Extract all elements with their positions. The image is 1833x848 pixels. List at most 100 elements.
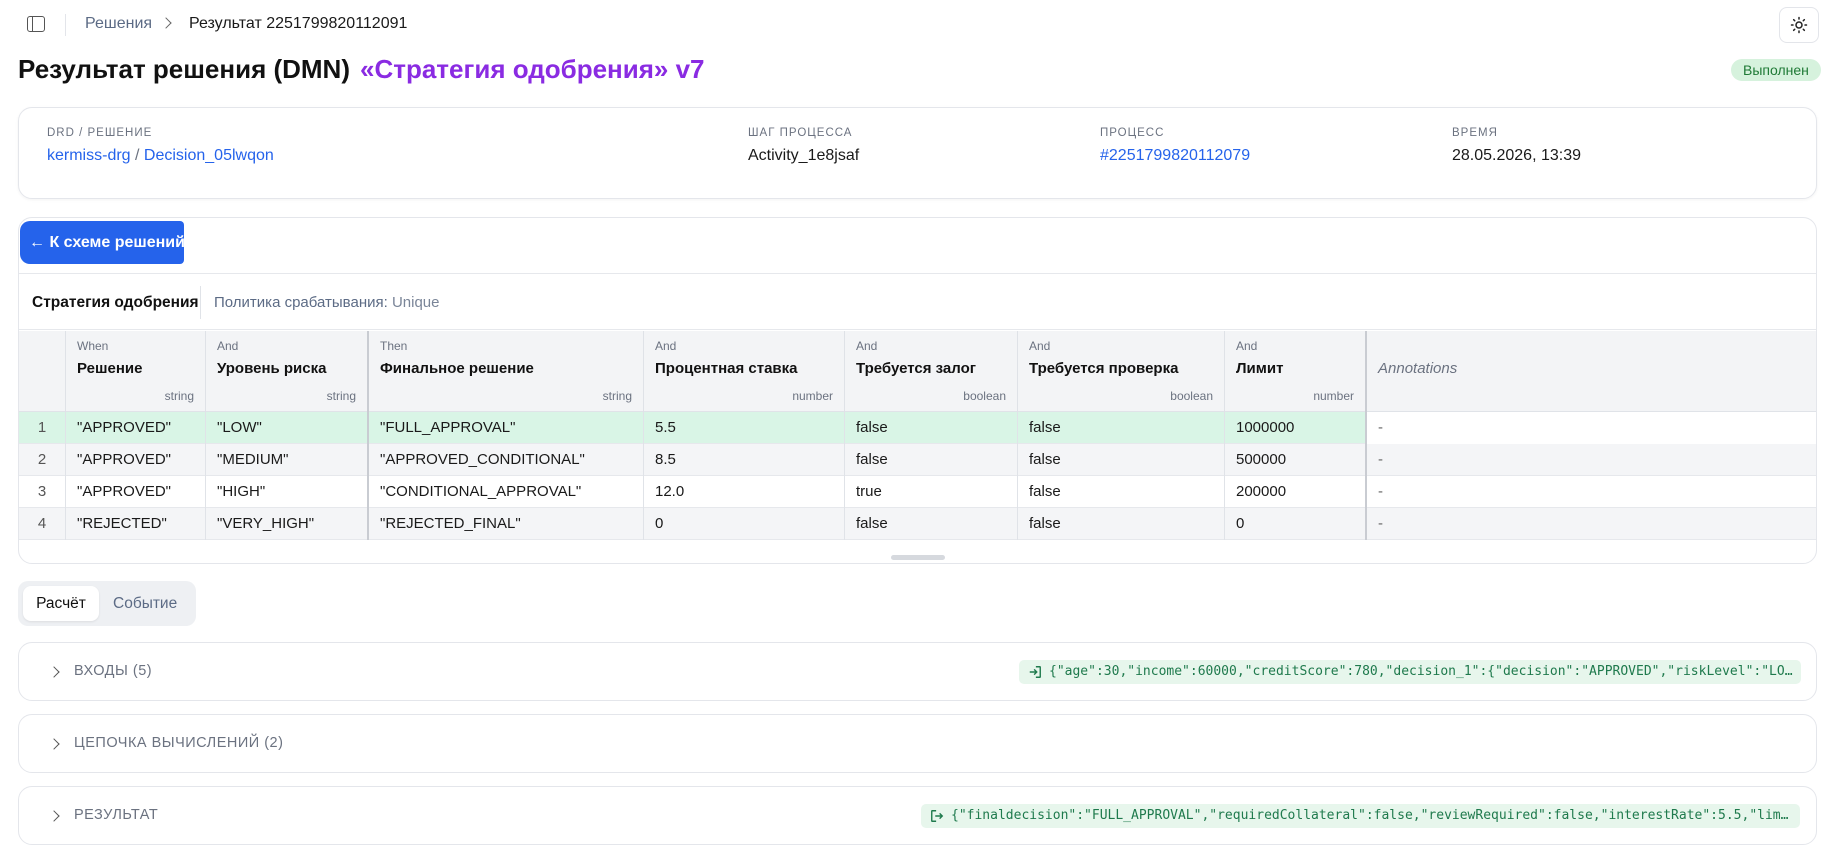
chevron-right-icon (160, 17, 172, 29)
row-number: 2 (37, 451, 47, 468)
row-number: 1 (37, 419, 47, 436)
column-name: Требуется залог (856, 360, 977, 377)
column-keyword: When (77, 339, 109, 353)
tab-calculation[interactable]: Расчёт (23, 586, 99, 621)
table-cell[interactable]: 500000 (1224, 444, 1365, 476)
breadcrumb-current: Результат 2251799820112091 (189, 15, 408, 32)
table-cell[interactable]: false (844, 412, 1017, 444)
table-cell[interactable]: "MEDIUM" (205, 444, 367, 476)
table-cell[interactable]: "APPROVED" (65, 444, 205, 476)
theme-toggle-button[interactable] (1779, 7, 1819, 43)
column-name: Финальное решение (380, 360, 534, 377)
table-cell[interactable]: true (844, 476, 1017, 508)
table-cell[interactable]: false (844, 444, 1017, 476)
output-icon (931, 810, 944, 822)
column-name: Лимит (1236, 360, 1284, 377)
table-cell[interactable]: "LOW" (205, 412, 367, 444)
table-cell[interactable]: 5.5 (643, 412, 844, 444)
table-row[interactable]: 1 "APPROVED" "LOW" "FULL_APPROVAL" 5.5 f… (19, 412, 1816, 444)
table-cell[interactable]: "HIGH" (205, 476, 367, 508)
step-info: ШАГ ПРОЦЕССА Activity_1e8jsaf (748, 127, 859, 165)
table-cell[interactable]: 0 (643, 508, 844, 540)
column-type: string (164, 389, 194, 403)
annotation-cell[interactable]: - (1365, 444, 1816, 476)
step-value: Activity_1e8jsaf (748, 147, 860, 164)
chain-title: ЦЕПОЧКА ВЫЧИСЛЕНИЙ (2) (74, 735, 284, 751)
row-number: 3 (37, 483, 47, 500)
page-title: Результат решения (DMN) (18, 54, 350, 84)
column-header-final-decision[interactable]: Then Финальное решение string (367, 331, 643, 412)
column-header-annotations[interactable]: Annotations (1365, 331, 1816, 412)
top-bar: Решения Результат 2251799820112091 (0, 0, 1833, 50)
info-card: DRD / РЕШЕНИЕ kermiss-drg / Decision_05l… (18, 107, 1817, 199)
process-link[interactable]: #2251799820112079 (1100, 147, 1250, 165)
table-cell[interactable]: "VERY_HIGH" (205, 508, 367, 540)
table-cell[interactable]: "REJECTED" (65, 508, 205, 540)
column-header-interest-rate[interactable]: And Процентная ставка number (643, 331, 844, 412)
column-header-limit[interactable]: And Лимит number (1224, 331, 1365, 412)
column-type: number (792, 389, 833, 403)
input-icon (1029, 666, 1041, 678)
annotation-cell[interactable]: - (1365, 508, 1816, 540)
table-row[interactable]: 4 "REJECTED" "VERY_HIGH" "REJECTED_FINAL… (19, 508, 1816, 540)
result-section[interactable]: РЕЗУЛЬТАТ {"finaldecision":"FULL_APPROVA… (18, 786, 1817, 845)
column-header-decision[interactable]: When Решение string (65, 331, 205, 412)
table-cell[interactable]: false (1017, 508, 1224, 540)
back-to-drd-button[interactable]: ← К схеме решений (20, 221, 185, 264)
drd-link[interactable]: kermiss-drg (47, 147, 131, 164)
tab-event[interactable]: Событие (113, 586, 177, 621)
column-name: Процентная ставка (655, 360, 798, 377)
table-cell[interactable]: false (1017, 412, 1224, 444)
table-cell[interactable]: 1000000 (1224, 412, 1365, 444)
slash-separator: / (135, 147, 144, 164)
table-cell[interactable]: 200000 (1224, 476, 1365, 508)
inputs-section[interactable]: ВХОДЫ (5) {"age":30,"income":60000,"cred… (18, 642, 1817, 701)
column-name: Решение (77, 360, 143, 377)
column-type: string (602, 389, 632, 403)
table-header-bar: Стратегия одобрения Политика срабатывани… (19, 273, 1816, 330)
hit-policy-value[interactable]: Unique (392, 294, 440, 311)
column-keyword: Then (380, 339, 408, 353)
column-header-risk-level[interactable]: And Уровень риска string (205, 331, 367, 412)
breadcrumb-decisions[interactable]: Решения (85, 15, 152, 33)
table-cell[interactable]: "APPROVED_CONDITIONAL" (367, 444, 643, 476)
dmn-column-headers: When Решение string And Уровень риска st… (19, 331, 1816, 412)
table-cell[interactable]: 8.5 (643, 444, 844, 476)
annotation-cell[interactable]: - (1365, 412, 1816, 444)
result-json: {"finaldecision":"FULL_APPROVAL","requir… (951, 808, 1800, 823)
hit-policy-label: Политика срабатывания: (214, 294, 388, 311)
column-header-review[interactable]: And Требуется проверка boolean (1017, 331, 1224, 412)
inputs-title: ВХОДЫ (5) (74, 663, 153, 679)
table-cell[interactable]: "APPROVED" (65, 412, 205, 444)
row-number: 4 (37, 515, 47, 532)
inputs-json: {"age":30,"income":60000,"creditScore":7… (1049, 664, 1801, 679)
table-cell[interactable]: 0 (1224, 508, 1365, 540)
chevron-right-icon (48, 810, 60, 822)
decision-table-card: ← К схеме решений Стратегия одобрения По… (18, 217, 1817, 564)
decision-link[interactable]: Decision_05lwqon (144, 147, 274, 164)
table-name: Стратегия одобрения (32, 294, 199, 311)
process-info: ПРОЦЕСС #2251799820112079 (1100, 127, 1250, 165)
table-cell[interactable]: "REJECTED_FINAL" (367, 508, 643, 540)
table-row[interactable]: 2 "APPROVED" "MEDIUM" "APPROVED_CONDITIO… (19, 444, 1816, 476)
hit-policy: Политика срабатывания: Unique (214, 294, 440, 311)
table-row[interactable]: 3 "APPROVED" "HIGH" "CONDITIONAL_APPROVA… (19, 476, 1816, 508)
table-cell[interactable]: false (1017, 476, 1224, 508)
table-cell[interactable]: false (844, 508, 1017, 540)
column-keyword: And (1029, 339, 1051, 353)
table-cell[interactable]: "FULL_APPROVAL" (367, 412, 643, 444)
table-cell[interactable]: 12.0 (643, 476, 844, 508)
resize-handle[interactable] (891, 555, 945, 560)
sidebar-toggle-icon[interactable] (27, 16, 45, 32)
column-name: Требуется проверка (1029, 360, 1179, 377)
drd-info: DRD / РЕШЕНИЕ kermiss-drg / Decision_05l… (47, 127, 274, 165)
chain-section[interactable]: ЦЕПОЧКА ВЫЧИСЛЕНИЙ (2) (18, 714, 1817, 773)
annotation-cell[interactable]: - (1365, 476, 1816, 508)
table-cell[interactable]: "APPROVED" (65, 476, 205, 508)
table-cell[interactable]: "CONDITIONAL_APPROVAL" (367, 476, 643, 508)
chevron-right-icon (48, 738, 60, 750)
table-cell[interactable]: false (1017, 444, 1224, 476)
decision-name: «Стратегия одобрения» v7 (360, 54, 705, 84)
step-label: ШАГ ПРОЦЕССА (748, 127, 853, 139)
column-header-collateral[interactable]: And Требуется залог boolean (844, 331, 1017, 412)
